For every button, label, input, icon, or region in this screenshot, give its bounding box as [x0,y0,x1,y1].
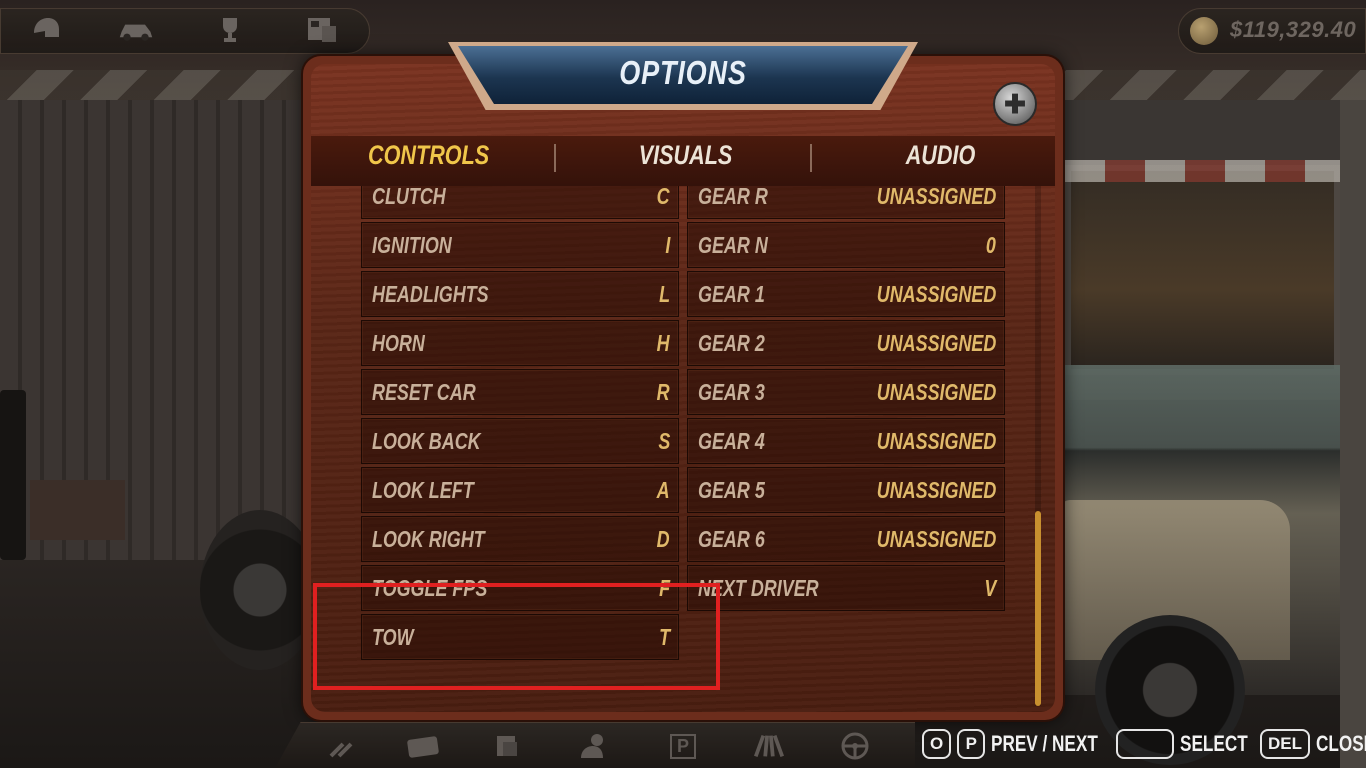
tab-divider [810,144,812,172]
wrench-icon[interactable] [324,730,358,762]
binding-key-value: V [984,575,996,601]
keycap-next[interactable]: P [957,729,986,759]
road-icon[interactable] [752,730,786,762]
tab-audio[interactable]: AUDIO [895,140,987,180]
tab-visuals[interactable]: VISUALS [624,140,748,180]
binding-key-value: T [659,624,670,650]
binding-action-label: GEAR 2 [698,330,765,356]
binding-action-label: LOOK BACK [372,428,481,454]
bindings-list: CLUTCH C IGNITION I HEADLIGHTS L HORN H RESET CA… [311,186,1055,712]
binding-row[interactable]: GEAR N 0 [687,222,1005,268]
binding-action-label: HEADLIGHTS [372,281,489,307]
parts-icon[interactable] [490,730,524,762]
binding-key-value: UNASSIGNED [876,330,996,356]
trophy-icon[interactable] [212,14,248,46]
binding-row[interactable]: HEADLIGHTS L [361,271,679,317]
helmet-icon[interactable] [28,14,64,46]
binding-key-value: H [657,330,670,356]
hint-prev-next-label: PREV / NEXT [991,731,1099,756]
binding-key-value: I [665,232,670,258]
parking-icon[interactable]: P [666,730,700,762]
binding-row[interactable]: LOOK LEFT A [361,467,679,513]
chat-icon[interactable] [576,730,610,762]
card-icon[interactable] [406,730,440,762]
garage-pillar [1340,100,1366,768]
binding-key-value: R [657,379,670,405]
newspaper-icon[interactable] [304,14,340,46]
hint-select-label: SELECT [1180,731,1248,756]
hint-close-label: CLOSE [1316,731,1366,756]
binding-row[interactable]: GEAR R UNASSIGNED [687,186,1005,219]
close-button[interactable]: ✚ [993,82,1037,126]
binding-row[interactable]: TOW T [361,614,679,660]
car-wheel-left [200,510,320,670]
binding-row[interactable]: NEXT DRIVER V [687,565,1005,611]
binding-action-label: GEAR R [698,186,768,209]
money-amount: $119,329.40 [1230,17,1357,42]
binding-row[interactable]: HORN H [361,320,679,366]
binding-action-label: GEAR 3 [698,379,765,405]
binding-action-label: GEAR 4 [698,428,765,454]
binding-key-value: UNASSIGNED [876,526,996,552]
parking-glyph: P [669,733,696,759]
binding-action-label: HORN [372,330,425,356]
binding-row[interactable]: CLUTCH C [361,186,679,219]
binding-key-value: F [659,575,670,601]
binding-key-value: UNASSIGNED [876,186,996,209]
hint-select: SELECT [1116,728,1267,760]
binding-action-label: LOOK RIGHT [372,526,485,552]
binding-row[interactable]: GEAR 1 UNASSIGNED [687,271,1005,317]
binding-key-value: 0 [986,232,996,258]
binding-key-value: UNASSIGNED [876,281,996,307]
close-icon: ✚ [1004,88,1026,119]
binding-row[interactable]: GEAR 2 UNASSIGNED [687,320,1005,366]
binding-action-label: RESET CAR [372,379,476,405]
binding-key-value: S [658,428,670,454]
car-icon[interactable] [118,14,154,46]
coin-icon [1190,17,1218,45]
keycap-del[interactable]: DEL [1260,729,1310,759]
tire-stack [0,390,26,560]
binding-action-label: GEAR 5 [698,477,765,503]
hint-prev-next: O P PREV / NEXT [922,728,1128,760]
binding-key-value: D [657,526,670,552]
binding-row[interactable]: GEAR 6 UNASSIGNED [687,516,1005,562]
binding-row[interactable]: GEAR 3 UNASSIGNED [687,369,1005,415]
binding-row[interactable]: TOGGLE FPS F [361,565,679,611]
binding-action-label: LOOK LEFT [372,477,474,503]
tab-divider [554,144,556,172]
tab-controls[interactable]: CONTROLS [368,140,489,180]
binding-action-label: GEAR 6 [698,526,765,552]
steering-wheel-icon[interactable] [838,730,872,762]
binding-key-value: L [659,281,670,307]
binding-row[interactable]: GEAR 5 UNASSIGNED [687,467,1005,513]
keycap-prev[interactable]: O [922,729,952,759]
binding-key-value: A [657,477,670,503]
binding-action-label: CLUTCH [372,186,446,209]
binding-row[interactable]: RESET CAR R [361,369,679,415]
binding-row[interactable]: GEAR 4 UNASSIGNED [687,418,1005,464]
binding-action-label: TOW [372,624,414,650]
crate [30,480,125,540]
binding-action-label: IGNITION [372,232,452,258]
binding-key-value: UNASSIGNED [876,379,996,405]
warning-stripe [1065,160,1345,182]
binding-row[interactable]: IGNITION I [361,222,679,268]
binding-action-label: TOGGLE FPS [372,575,488,601]
scrollbar-thumb[interactable] [1035,511,1041,706]
binding-row[interactable]: LOOK RIGHT D [361,516,679,562]
binding-key-value: C [657,186,670,209]
dialog-title: OPTIONS [619,54,747,91]
hint-close: DEL CLOSE [1260,728,1366,760]
options-dialog: OPTIONS ✚ CONTROLS VISUALS AUDIO CLUTCH C… [303,42,1063,720]
binding-action-label: GEAR 1 [698,281,765,307]
binding-row[interactable]: LOOK BACK S [361,418,679,464]
binding-action-label: NEXT DRIVER [698,575,819,601]
binding-key-value: UNASSIGNED [876,477,996,503]
keycap-space[interactable] [1116,729,1174,759]
garage-window [1065,165,1340,375]
binding-key-value: UNASSIGNED [876,428,996,454]
binding-action-label: GEAR N [698,232,768,258]
